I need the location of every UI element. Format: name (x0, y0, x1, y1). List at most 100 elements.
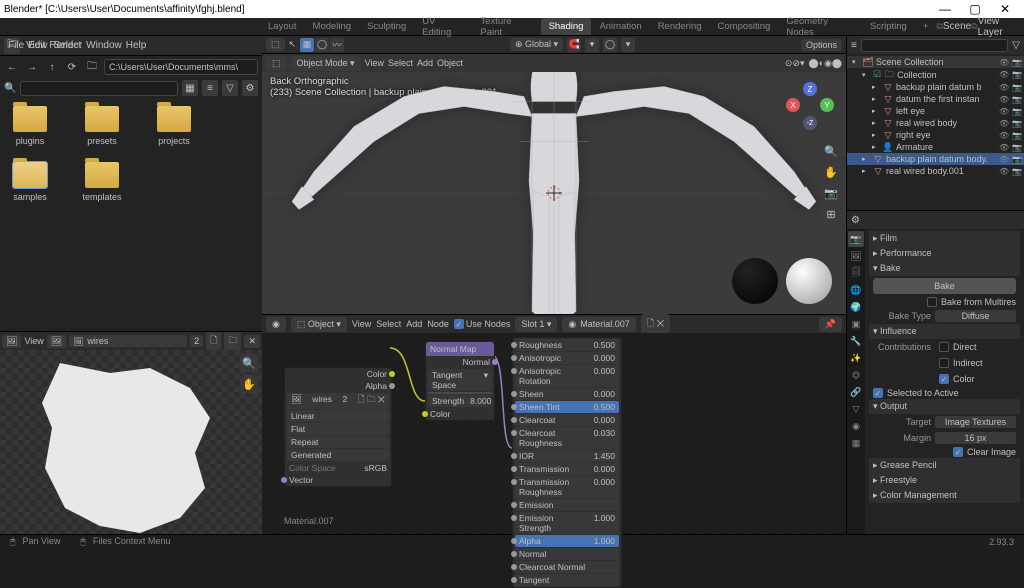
shader-input-row[interactable]: Normal (515, 548, 619, 560)
maximize-button[interactable]: ▢ (960, 2, 990, 16)
shader-input-row[interactable]: Roughness0.500 (515, 339, 619, 351)
section-influence[interactable]: ▾ Influence (869, 324, 1020, 339)
nav-refresh-icon[interactable]: ⟳ (64, 59, 80, 75)
shader-input-row[interactable]: Anisotropic0.000 (515, 352, 619, 364)
material-dropdown[interactable]: ◉ Material.007 (562, 317, 635, 332)
section-output[interactable]: ▾ Output (869, 399, 1020, 414)
viewport-canvas[interactable]: Back Orthographic (233) Scene Collection… (262, 72, 846, 314)
outliner-row[interactable]: ▸▽backup plain datum b👁📷 (847, 81, 1024, 93)
section-bake[interactable]: ▾ Bake (869, 261, 1020, 276)
folder-item[interactable]: presets (80, 106, 124, 146)
vp-editor-type-icon[interactable]: ⬚ (266, 38, 285, 51)
outliner-row[interactable]: ▸👤Armature👁📷 (847, 141, 1024, 153)
uv-editor-type-icon[interactable]: 🖼 (2, 335, 21, 348)
tab-output-icon[interactable]: 🖼 (848, 248, 864, 264)
outliner-row[interactable]: ▸▽backup plain datum body.👁📷 (847, 153, 1024, 165)
vp-move-icon[interactable]: ✋ (822, 163, 840, 181)
folder-item[interactable]: templates (80, 162, 124, 202)
shader-input-row[interactable]: Transmission0.000 (515, 463, 619, 475)
node-image-texture[interactable]: Color Alpha 🖼wires2🗋 🗀 ✕ Linear Flat Rep… (284, 367, 392, 487)
tab-animation[interactable]: Animation (591, 18, 649, 35)
uv-image-mode-icon[interactable]: 🖼 (47, 335, 66, 348)
outliner-row[interactable]: ▾🗂Scene Collection👁📷 (847, 56, 1024, 68)
shader-input-row[interactable]: Anisotropic Rotation0.000 (515, 365, 619, 387)
bake-button[interactable]: Bake (873, 278, 1016, 294)
node-add[interactable]: Add (406, 319, 422, 329)
selected-to-active-checkbox[interactable]: ✓ (873, 388, 883, 398)
menu-render[interactable]: Render (49, 40, 82, 51)
tab-object-icon[interactable]: ▣ (848, 316, 864, 332)
select-box-icon[interactable]: ▦ (300, 38, 314, 52)
pin-icon[interactable]: 📌 (819, 317, 842, 332)
filter-icon[interactable]: ▽ (222, 80, 238, 96)
section-performance[interactable]: ▸ Performance (869, 246, 1020, 261)
tab-render-icon[interactable]: 📷 (848, 231, 864, 247)
tab-uv-editing[interactable]: UV Editing (414, 13, 472, 41)
section-grease-pencil[interactable]: ▸ Grease Pencil (869, 458, 1020, 473)
vp-view[interactable]: View (365, 58, 384, 68)
color-checkbox[interactable]: ✓ (939, 374, 949, 384)
tab-add[interactable]: + (915, 18, 937, 35)
tab-compositing[interactable]: Compositing (710, 18, 779, 35)
uv-hand-icon[interactable]: ✋ (240, 375, 258, 393)
uv-open-icon[interactable]: 🗀 (224, 332, 241, 350)
shader-input-row[interactable]: Clearcoat Normal (515, 561, 619, 573)
scene-dropdown[interactable]: Scene (943, 21, 971, 32)
shader-input-row[interactable]: Transmission Roughness0.000 (515, 476, 619, 498)
tab-viewlayer-icon[interactable]: 🗐 (848, 265, 864, 281)
uv-new-icon[interactable]: 🗋 (206, 332, 221, 350)
menu-window[interactable]: Window (86, 40, 122, 51)
outliner-search[interactable] (861, 39, 1008, 52)
tab-texture-icon[interactable]: ▦ (848, 435, 864, 451)
tab-rendering[interactable]: Rendering (650, 18, 710, 35)
outliner-row[interactable]: ▸▽real wired body.001👁📷 (847, 165, 1024, 177)
axis-z-icon[interactable]: Z (803, 82, 817, 96)
shader-input-row[interactable]: Clearcoat Roughness0.030 (515, 427, 619, 449)
node-canvas[interactable]: Color Alpha 🖼wires2🗋 🗀 ✕ Linear Flat Rep… (262, 333, 846, 534)
outliner-row[interactable]: ▸▽right eye👁📷 (847, 129, 1024, 141)
minimize-button[interactable]: — (930, 2, 960, 16)
outliner-row[interactable]: ▾☑🗀Collection👁📷 (847, 68, 1024, 81)
section-film[interactable]: ▸ Film (869, 231, 1020, 246)
shader-input-row[interactable]: Clearcoat0.000 (515, 414, 619, 426)
snap-icon[interactable]: 🧲 (567, 38, 581, 52)
tab-material-icon[interactable]: ◉ (848, 418, 864, 434)
shader-input-row[interactable]: Sheen Tint0.500 (515, 401, 619, 413)
tab-sculpting[interactable]: Sculpting (359, 18, 414, 35)
axis-gizmo[interactable]: X Y Z -Z (786, 82, 834, 130)
vp-cursor-icon[interactable]: ↖ (289, 39, 297, 50)
uv-unlink-icon[interactable]: ✕ (244, 335, 260, 348)
outliner-tree[interactable]: ▾🗂Scene Collection👁📷▾☑🗀Collection👁📷▸▽bac… (847, 54, 1024, 210)
tab-world-icon[interactable]: 🌍 (848, 299, 864, 315)
search-input[interactable] (20, 81, 178, 96)
folder-item[interactable]: plugins (8, 106, 52, 146)
bake-multires-checkbox[interactable] (927, 297, 937, 307)
material-buttons[interactable]: 🗋 ✕ (641, 314, 671, 334)
axis-y-icon[interactable]: Y (820, 98, 834, 112)
menu-help[interactable]: Help (126, 40, 147, 51)
uv-zoom-icon[interactable]: 🔍 (240, 354, 258, 372)
overlay-toggles[interactable]: ⊙⊘▾ (785, 58, 805, 69)
select-lasso-icon[interactable]: 〰 (330, 38, 344, 52)
tab-layout[interactable]: Layout (260, 18, 305, 35)
snap-type-icon[interactable]: ▾ (585, 38, 599, 52)
close-button[interactable]: ✕ (990, 2, 1020, 16)
axis-neg-z-icon[interactable]: -Z (803, 116, 817, 130)
outliner-type-icon[interactable]: ≡ (851, 40, 857, 51)
tab-geometry-nodes[interactable]: Geometry Nodes (778, 13, 862, 41)
node-data-dropdown[interactable]: ⬚ Object ▾ (291, 317, 347, 332)
proportional-type-icon[interactable]: ▾ (621, 38, 635, 52)
uv-image-name[interactable]: 🖼wires (69, 335, 187, 347)
node-view[interactable]: View (352, 319, 371, 329)
tab-constraints-icon[interactable]: 🔗 (848, 384, 864, 400)
node-principled-bsdf[interactable]: Roughness0.500Anisotropic0.000Anisotropi… (512, 337, 622, 588)
nav-forward-icon[interactable]: → (24, 59, 40, 75)
proportional-icon[interactable]: ◯ (603, 38, 617, 52)
nav-back-icon[interactable]: ← (4, 59, 20, 75)
target-dropdown[interactable]: Image Textures (935, 416, 1016, 428)
tab-texture-paint[interactable]: Texture Paint (472, 13, 540, 41)
bake-type-dropdown[interactable]: Diffuse (935, 310, 1016, 322)
props-type-icon[interactable]: ⚙ (851, 215, 860, 226)
shader-input-row[interactable]: Emission (515, 499, 619, 511)
outliner-row[interactable]: ▸▽left eye👁📷 (847, 105, 1024, 117)
